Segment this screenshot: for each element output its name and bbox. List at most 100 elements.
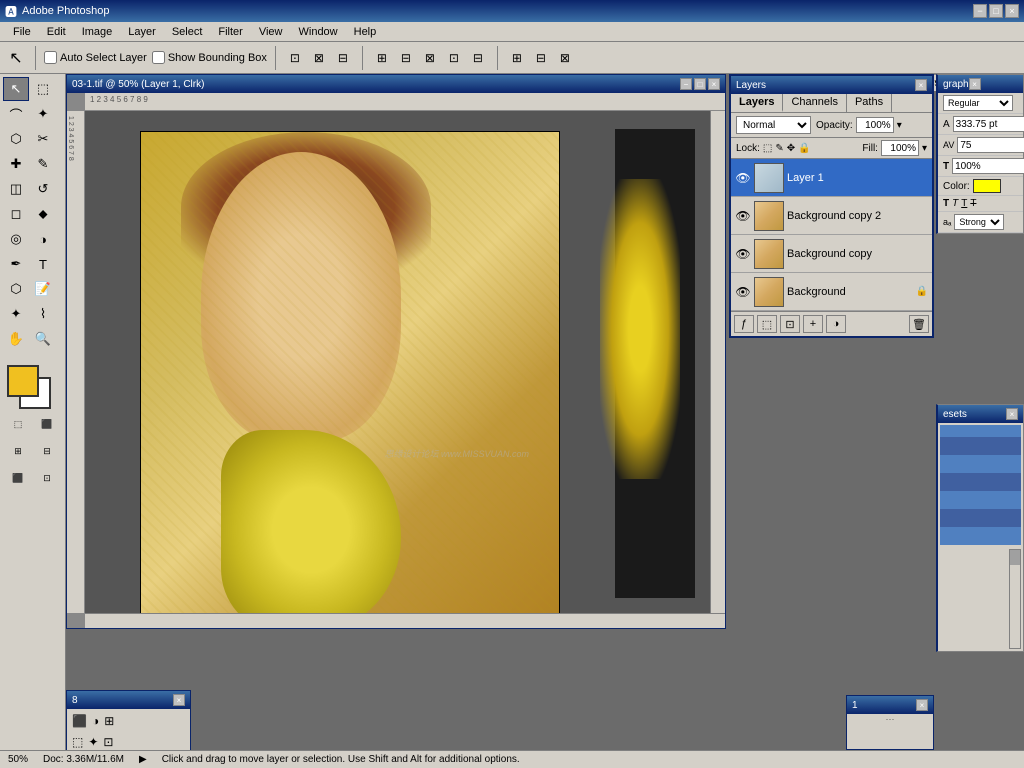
close-button[interactable]: ×	[1005, 4, 1019, 18]
create-group-btn[interactable]: ⊡	[780, 315, 800, 333]
canvas-content[interactable]: 思缘设计论坛 www.MISSVUAN.com	[85, 111, 710, 613]
add-mask-btn[interactable]: ⬚	[757, 315, 777, 333]
anti-alias-select[interactable]: Strong	[954, 214, 1004, 230]
menu-window[interactable]: Window	[291, 24, 346, 40]
pen-tool[interactable]: ✒	[3, 252, 29, 276]
eraser-tool[interactable]: ◻	[3, 202, 29, 226]
align-btn-2[interactable]: ⊟	[395, 47, 417, 69]
opacity-arrow[interactable]: ▾	[897, 120, 902, 131]
history-tool[interactable]: ↺	[30, 177, 56, 201]
mini-win-1-btn[interactable]: ×	[173, 694, 185, 706]
layers-panel-close[interactable]: ×	[915, 79, 927, 91]
full-mode-btn[interactable]: ⊟	[34, 439, 60, 463]
presets-scrollbar-track[interactable]	[1009, 549, 1021, 649]
mini-tool-icon-4[interactable]: ⬚	[72, 735, 83, 749]
foreground-color[interactable]	[7, 365, 39, 397]
text-color-swatch[interactable]	[973, 179, 1001, 193]
presets-scrollbar-thumb[interactable]	[1010, 550, 1020, 565]
lock-image-btn[interactable]: ✎	[775, 143, 783, 154]
menu-file[interactable]: File	[5, 24, 39, 40]
tab-layers[interactable]: Layers	[731, 94, 783, 112]
blend-mode-select[interactable]: Normal	[736, 116, 811, 134]
align-btn-4[interactable]: ⊡	[443, 47, 465, 69]
tab-paths[interactable]: Paths	[847, 94, 892, 112]
jump-btn[interactable]: ⬛	[5, 466, 31, 490]
leading-input[interactable]	[957, 137, 1024, 153]
create-adjustment-btn[interactable]: ◑	[826, 315, 846, 333]
measure-tool[interactable]: ⌇	[30, 302, 56, 326]
doc-scrollbar-vertical[interactable]	[710, 111, 725, 613]
menu-edit[interactable]: Edit	[39, 24, 74, 40]
maximize-button[interactable]: □	[989, 4, 1003, 18]
blur-tool[interactable]: ◎	[3, 227, 29, 251]
shape-tool[interactable]: ⬡	[3, 277, 29, 301]
stamp-tool[interactable]: ◫	[3, 177, 29, 201]
selection-tool[interactable]: ⬚	[30, 77, 56, 101]
add-style-btn[interactable]: ƒ	[734, 315, 754, 333]
menu-select[interactable]: Select	[164, 24, 211, 40]
doc-minimize-btn[interactable]: −	[680, 78, 692, 90]
transform-btn-1[interactable]: ⊡	[284, 47, 306, 69]
brush-tool[interactable]: ✎	[30, 152, 56, 176]
layer-item-layer1[interactable]: 👁 Layer 1	[731, 159, 932, 197]
mini-tool-icon-3[interactable]: ⊞	[104, 714, 114, 728]
presets-close-btn[interactable]: ×	[1006, 408, 1018, 420]
extra-btn[interactable]: ⊡	[34, 466, 60, 490]
transform-btn-3[interactable]: ⊟	[332, 47, 354, 69]
opacity-input[interactable]	[856, 117, 894, 133]
arrange-btn-1[interactable]: ⊞	[506, 47, 528, 69]
arrange-btn-2[interactable]: ⊟	[530, 47, 552, 69]
move-tool-icon[interactable]: ↖	[5, 47, 27, 69]
transform-btn-2[interactable]: ⊠	[308, 47, 330, 69]
mini-tool-icon-6[interactable]: ⊡	[103, 735, 113, 749]
standard-mode-btn[interactable]: ⊞	[5, 439, 31, 463]
layer-item-bgcopy2[interactable]: 👁 Background copy 2	[731, 197, 932, 235]
auto-select-checkbox[interactable]	[44, 51, 57, 64]
text-style-bold[interactable]: T	[943, 198, 949, 209]
font-style-select[interactable]: Regular	[943, 95, 1013, 111]
screen-mode-btn[interactable]: ⬛	[34, 412, 60, 436]
dodge-tool[interactable]: ◑	[30, 227, 56, 251]
menu-filter[interactable]: Filter	[210, 24, 250, 40]
align-btn-3[interactable]: ⊠	[419, 47, 441, 69]
tab-channels[interactable]: Channels	[783, 94, 846, 112]
doc-scrollbar-horizontal[interactable]	[85, 613, 725, 628]
mini-tool-icon-1[interactable]: ⬛	[72, 714, 87, 728]
typo-panel-close[interactable]: ×	[969, 78, 981, 90]
minimize-button[interactable]: −	[973, 4, 987, 18]
menu-image[interactable]: Image	[74, 24, 121, 40]
show-bounding-checkbox[interactable]	[152, 51, 165, 64]
move-tool[interactable]: ↖	[3, 77, 29, 101]
hand-tool[interactable]: ✋	[3, 327, 29, 351]
notes-tool[interactable]: 📝	[30, 277, 56, 301]
font-size-input[interactable]	[953, 116, 1024, 132]
layer-vis-bgcopy2[interactable]: 👁	[735, 208, 751, 224]
lasso-tool[interactable]: ⌒	[3, 102, 29, 126]
quick-mask-btn[interactable]: ⬚	[5, 412, 31, 436]
menu-view[interactable]: View	[251, 24, 291, 40]
tracking-input[interactable]	[952, 158, 1024, 174]
lock-transparent-btn[interactable]: ⬚	[763, 143, 772, 154]
mini-tool-icon-2[interactable]: ◑	[92, 714, 99, 728]
lock-all-btn[interactable]: 🔒	[798, 143, 810, 154]
crop-tool[interactable]: ⬡	[3, 127, 29, 151]
text-style-strike[interactable]: T	[970, 198, 976, 209]
text-tool[interactable]: T	[30, 252, 56, 276]
layer-vis-bgcopy[interactable]: 👁	[735, 246, 751, 262]
create-layer-btn[interactable]: +	[803, 315, 823, 333]
layer-vis-layer1[interactable]: 👁	[735, 170, 751, 186]
healing-tool[interactable]: ✚	[3, 152, 29, 176]
layer-vis-bg[interactable]: 👁	[735, 284, 751, 300]
doc-maximize-btn[interactable]: □	[694, 78, 706, 90]
magic-wand-tool[interactable]: ✦	[30, 102, 56, 126]
text-style-italic[interactable]: T	[952, 198, 958, 209]
align-btn-1[interactable]: ⊞	[371, 47, 393, 69]
zoom-tool[interactable]: 🔍	[30, 327, 56, 351]
menu-layer[interactable]: Layer	[120, 24, 164, 40]
fill-tool[interactable]: ⬥	[30, 202, 56, 226]
mini-win-2-close[interactable]: ×	[916, 699, 928, 711]
eyedropper-tool[interactable]: ✦	[3, 302, 29, 326]
status-arrow-icon[interactable]: ▶	[139, 754, 147, 765]
align-btn-5[interactable]: ⊟	[467, 47, 489, 69]
delete-layer-btn[interactable]: 🗑	[909, 315, 929, 333]
